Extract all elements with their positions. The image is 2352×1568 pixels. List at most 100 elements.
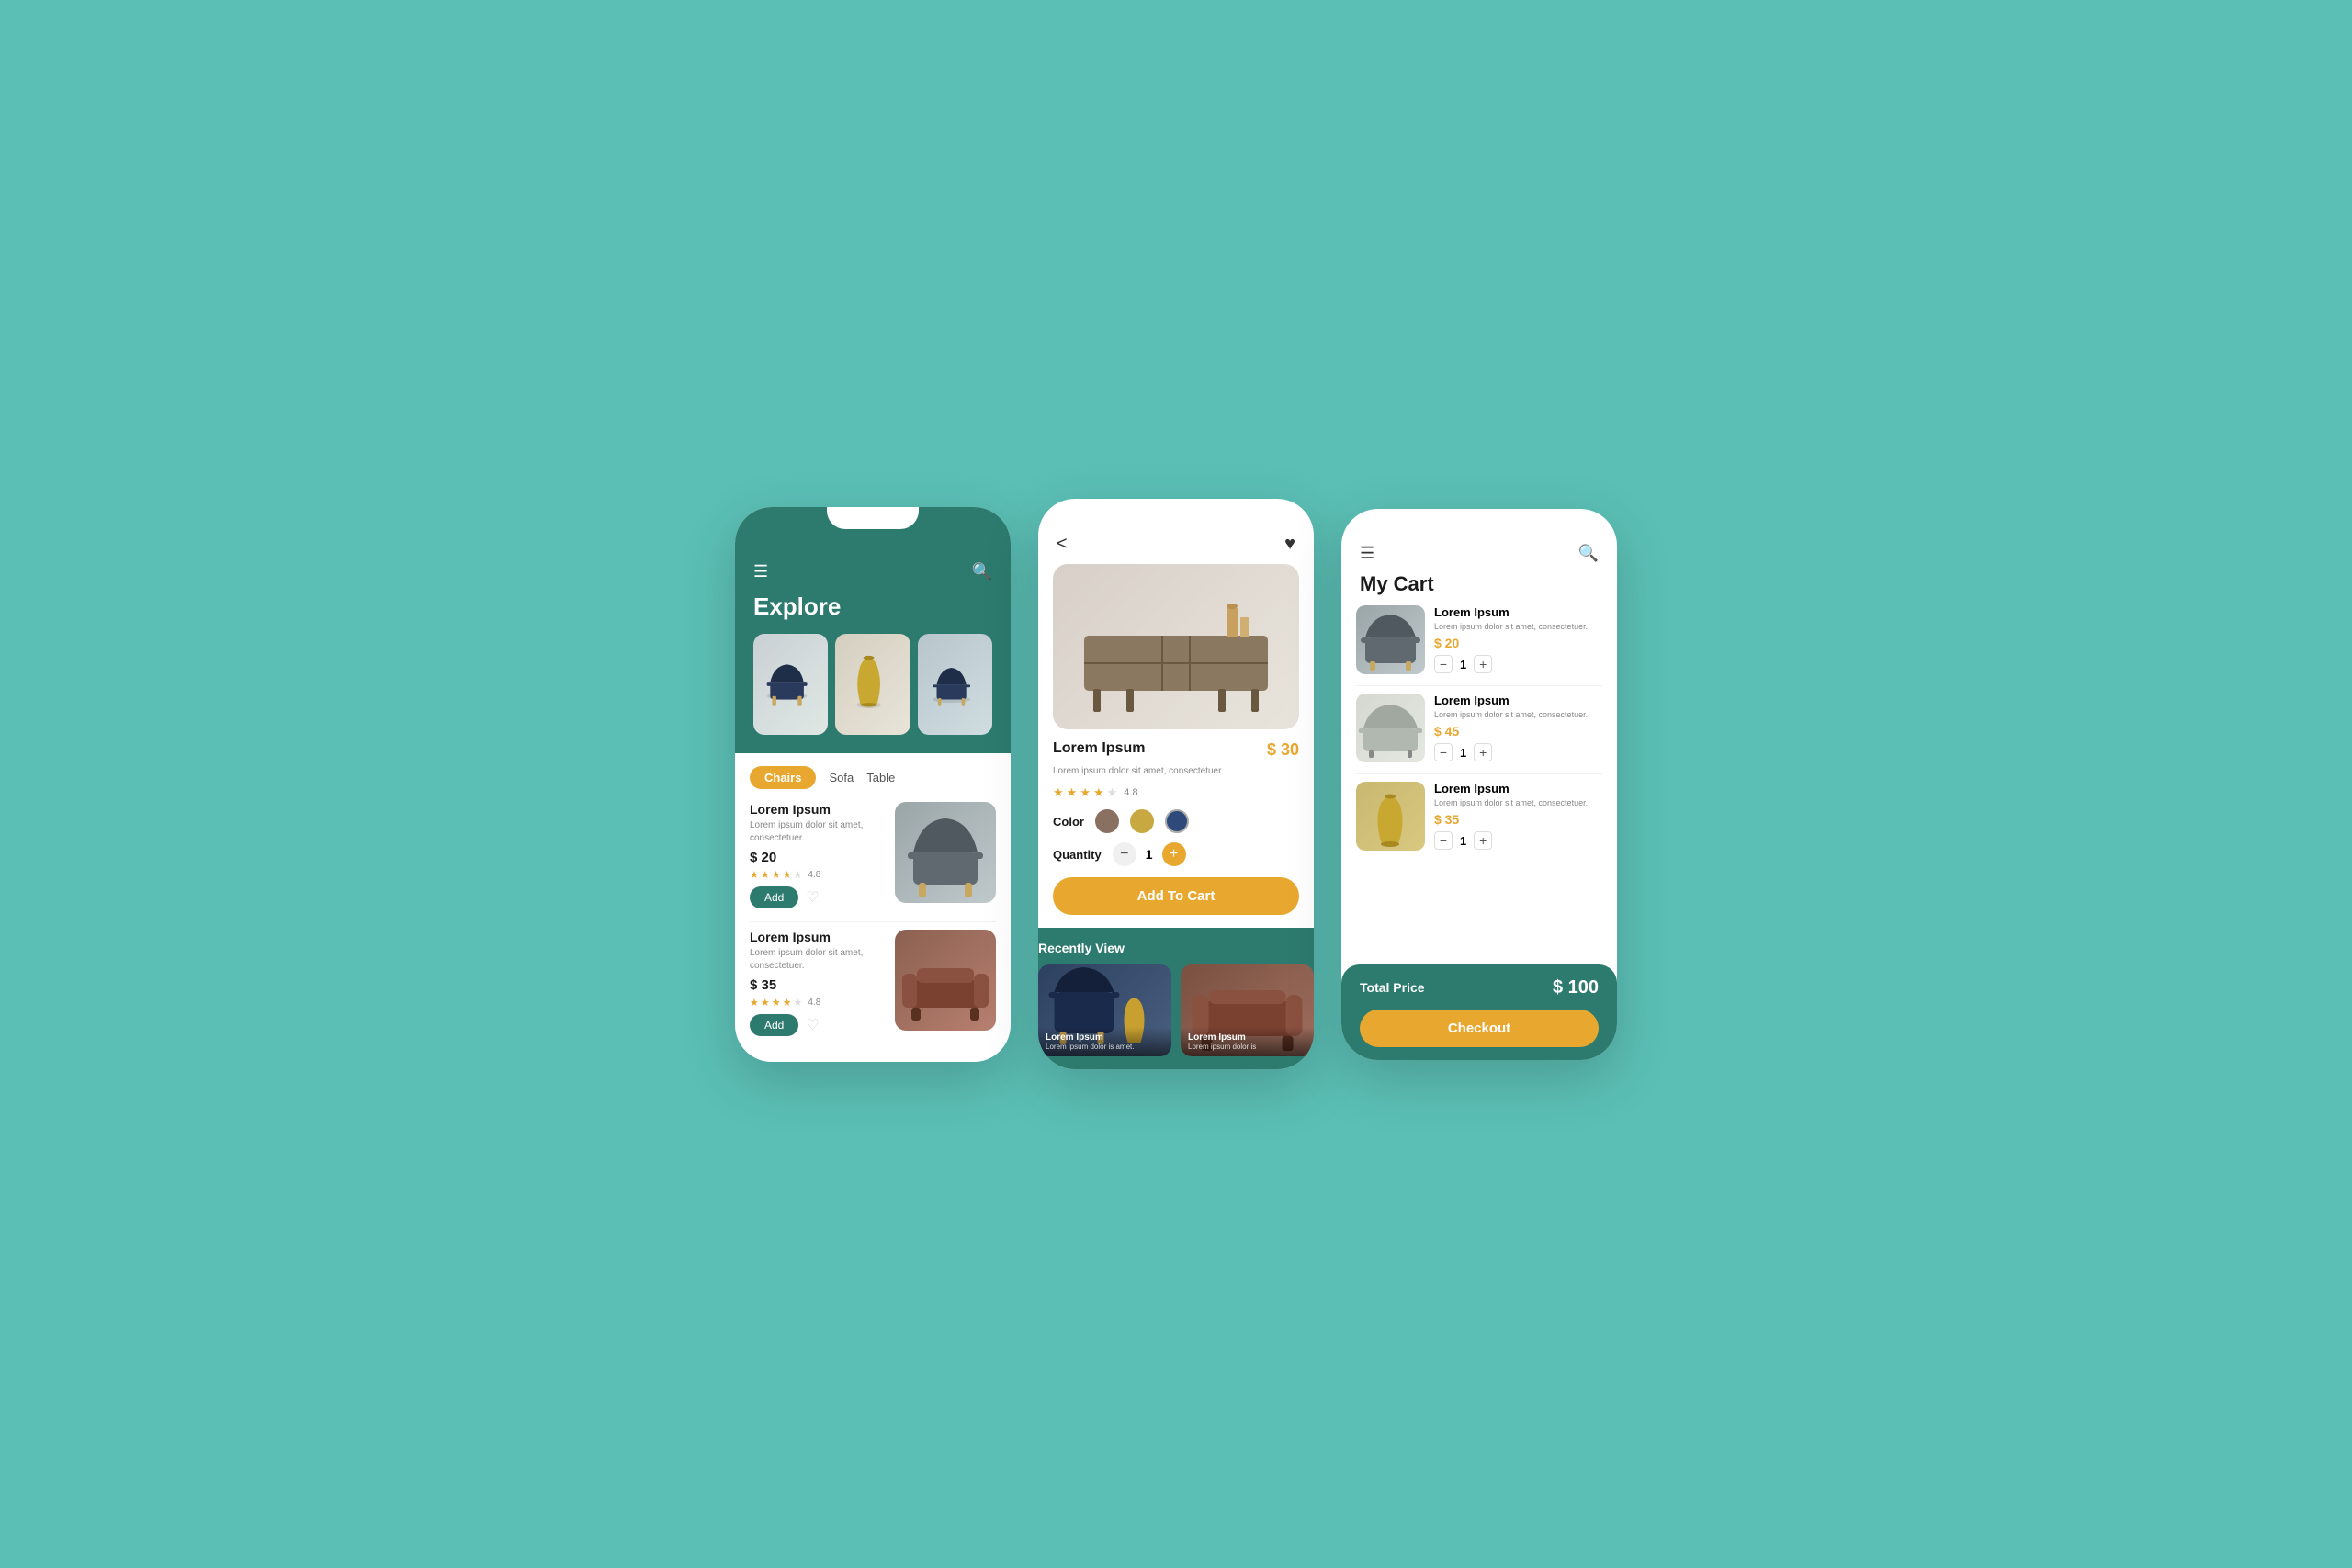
phone-notch xyxy=(1433,509,1525,531)
quantity-label: Quantity xyxy=(1053,848,1102,862)
phone-explore: ☰ 🔍 Explore xyxy=(735,507,1011,1062)
product-card-2: Lorem Ipsum Lorem ipsum dolor sit amet, … xyxy=(750,930,996,1036)
cart-item-3: Lorem Ipsum Lorem ipsum dolor sit amet, … xyxy=(1356,782,1602,851)
cart-3-qty-value: 1 xyxy=(1460,834,1466,848)
product-2-rating: 4.8 xyxy=(808,998,820,1008)
checkout-button[interactable]: Checkout xyxy=(1360,1010,1599,1047)
quantity-row: Quantity − 1 + xyxy=(1053,842,1299,866)
cart-item-3-qty: − 1 + xyxy=(1434,831,1602,850)
product-card-1: Lorem Ipsum Lorem ipsum dolor sit amet, … xyxy=(750,802,996,908)
favorite-button[interactable]: ♥ xyxy=(1284,534,1295,555)
cart-item-1-image xyxy=(1356,605,1425,674)
recently-viewed-section: Recently View Lorem Ipsum xyxy=(1038,928,1314,1069)
cart-title: My Cart xyxy=(1341,572,1617,605)
cart-item-2-name: Lorem Ipsum xyxy=(1434,694,1602,707)
rating-star-4: ★ xyxy=(1093,785,1104,800)
cart-divider-2 xyxy=(1356,773,1602,774)
rating-star-2: ★ xyxy=(1067,785,1078,800)
total-amount-value: $ 100 xyxy=(1553,977,1599,998)
quantity-controls: − 1 + xyxy=(1113,842,1186,866)
rating-star-5: ★ xyxy=(1107,785,1118,800)
cart-item-3-info: Lorem Ipsum Lorem ipsum dolor sit amet, … xyxy=(1434,782,1602,851)
cart-item-2-info: Lorem Ipsum Lorem ipsum dolor sit amet, … xyxy=(1434,694,1602,762)
explore-body: Chairs Sofa Table Lorem Ipsum Lorem ipsu… xyxy=(735,753,1011,1062)
cart-menu-button[interactable]: ☰ xyxy=(1360,544,1374,563)
category-sofa[interactable]: Sofa xyxy=(829,771,854,784)
cart-item-3-name: Lorem Ipsum xyxy=(1434,782,1602,795)
detail-name-price-row: Lorem Ipsum $ 30 xyxy=(1053,740,1299,760)
search-button[interactable]: 🔍 xyxy=(972,562,992,581)
total-row: Total Price $ 100 xyxy=(1360,977,1599,998)
recently-item-1[interactable]: Lorem Ipsum Lorem ipsum dolor is amet. xyxy=(1038,964,1171,1056)
star-5: ★ xyxy=(794,997,803,1009)
recently-1-name: Lorem Ipsum xyxy=(1046,1032,1164,1043)
color-swatch-gold[interactable] xyxy=(1130,809,1154,833)
hero-image-chair1 xyxy=(753,634,828,735)
cart-1-decrease-button[interactable]: − xyxy=(1434,655,1453,673)
cart-1-qty-value: 1 xyxy=(1460,658,1466,671)
explore-header-icons: ☰ 🔍 xyxy=(753,562,992,581)
cart-3-increase-button[interactable]: + xyxy=(1474,831,1492,850)
product-2-name: Lorem Ipsum xyxy=(750,930,886,944)
divider-1 xyxy=(750,921,996,922)
color-swatch-navy[interactable] xyxy=(1165,809,1189,833)
cart-items-list: Lorem Ipsum Lorem ipsum dolor sit amet, … xyxy=(1341,605,1617,964)
cart-1-increase-button[interactable]: + xyxy=(1474,655,1492,673)
cart-item-3-price: $ 35 xyxy=(1434,812,1602,827)
star-3: ★ xyxy=(772,869,781,881)
quantity-increase-button[interactable]: + xyxy=(1162,842,1186,866)
cart-divider-1 xyxy=(1356,685,1602,686)
recently-2-desc: Lorem ipsum dolor is xyxy=(1188,1043,1306,1051)
cart-item-3-image xyxy=(1356,782,1425,851)
product-1-name: Lorem Ipsum xyxy=(750,802,886,817)
category-chairs[interactable]: Chairs xyxy=(750,766,816,789)
phone-detail: < ♥ xyxy=(1038,499,1314,1069)
back-button[interactable]: < xyxy=(1057,534,1068,555)
category-table[interactable]: Table xyxy=(866,771,895,784)
detail-product-name: Lorem Ipsum xyxy=(1053,740,1145,757)
product-2-info: Lorem Ipsum Lorem ipsum dolor sit amet, … xyxy=(750,930,886,1036)
search-icon: 🔍 xyxy=(1578,544,1599,562)
recently-title: Recently View xyxy=(1038,941,1314,955)
star-4: ★ xyxy=(783,869,792,881)
star-2: ★ xyxy=(761,997,770,1009)
recently-2-name: Lorem Ipsum xyxy=(1188,1032,1306,1043)
cart-footer: Total Price $ 100 Checkout xyxy=(1341,964,1617,1060)
detail-product-desc: Lorem ipsum dolor sit amet, consectetuer… xyxy=(1053,765,1299,778)
recently-grid: Lorem Ipsum Lorem ipsum dolor is amet. xyxy=(1038,964,1314,1056)
add-to-cart-button[interactable]: Add To Cart xyxy=(1053,877,1299,915)
recently-1-desc: Lorem ipsum dolor is amet. xyxy=(1046,1043,1164,1051)
wishlist-icon-2[interactable]: ♡ xyxy=(806,1016,819,1034)
phones-container: ☰ 🔍 Explore xyxy=(735,499,1617,1069)
menu-button[interactable]: ☰ xyxy=(753,562,768,581)
product-2-image xyxy=(895,930,996,1031)
add-button-2[interactable]: Add xyxy=(750,1014,798,1036)
product-2-actions: Add ♡ xyxy=(750,1014,886,1036)
cart-3-decrease-button[interactable]: − xyxy=(1434,831,1453,850)
color-label: Color xyxy=(1053,815,1084,829)
product-1-stars: ★ ★ ★ ★ ★ 4.8 xyxy=(750,869,886,881)
quantity-value: 1 xyxy=(1146,847,1153,862)
wishlist-icon-1[interactable]: ♡ xyxy=(806,888,819,907)
product-1-actions: Add ♡ xyxy=(750,886,886,908)
cart-search-button[interactable]: 🔍 xyxy=(1578,544,1599,563)
hero-image-vase xyxy=(835,634,910,735)
product-2-stars: ★ ★ ★ ★ ★ 4.8 xyxy=(750,997,886,1009)
cart-item-3-desc: Lorem ipsum dolor sit amet, consectetuer… xyxy=(1434,797,1602,809)
heart-icon: ♥ xyxy=(1284,534,1295,554)
phone-notch xyxy=(827,507,919,529)
cart-item-2-price: $ 45 xyxy=(1434,724,1602,739)
total-price-label: Total Price xyxy=(1360,980,1425,995)
recently-item-2[interactable]: Lorem Ipsum Lorem ipsum dolor is xyxy=(1181,964,1314,1056)
phone-notch xyxy=(1130,499,1222,521)
cart-item-2-desc: Lorem ipsum dolor sit amet, consectetuer… xyxy=(1434,709,1602,721)
rating-value: 4.8 xyxy=(1124,787,1137,798)
product-1-price: $ 20 xyxy=(750,850,886,865)
color-swatch-brown[interactable] xyxy=(1095,809,1119,833)
quantity-decrease-button[interactable]: − xyxy=(1113,842,1136,866)
detail-body: Lorem Ipsum $ 30 Lorem ipsum dolor sit a… xyxy=(1038,740,1314,928)
star-1: ★ xyxy=(750,997,759,1009)
cart-2-decrease-button[interactable]: − xyxy=(1434,743,1453,761)
add-button-1[interactable]: Add xyxy=(750,886,798,908)
cart-2-increase-button[interactable]: + xyxy=(1474,743,1492,761)
